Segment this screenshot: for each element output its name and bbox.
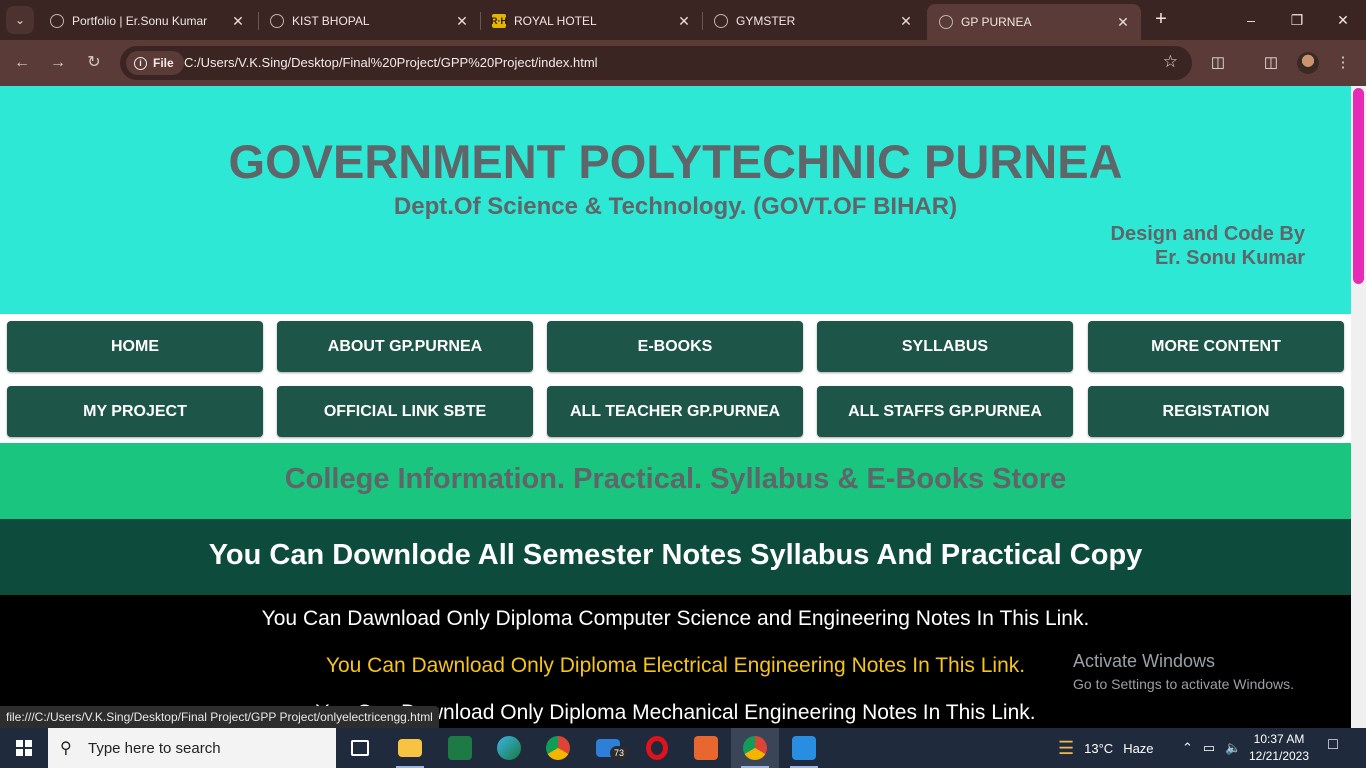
nav-ebooks[interactable]: E-BOOKS [547,321,803,372]
restore-icon[interactable]: ❐ [1274,8,1320,32]
site-header: GOVERNMENT POLYTECHNIC PURNEA Dept.Of Sc… [0,86,1351,314]
address-url[interactable]: C:/Users/V.K.Sing/Desktop/Final%20Projec… [184,55,598,70]
forward-arrow-icon[interactable]: → [44,50,72,76]
tab-kist-bhopal[interactable]: KIST BHOPAL ✕ [258,6,480,36]
nav-all-staffs[interactable]: ALL STAFFS GP.PURNEA [817,386,1073,437]
mail-icon[interactable]: 73 [584,728,632,768]
chevron-up-icon[interactable]: ⌃ [1182,740,1193,756]
profile-avatar[interactable] [1297,52,1319,74]
nav-registration[interactable]: REGISTATION [1088,386,1344,437]
page-scrollbar[interactable] [1351,86,1366,728]
excel-icon[interactable] [436,728,484,768]
opera-icon[interactable] [633,728,681,768]
bookmark-star-icon[interactable]: ☆ [1163,52,1178,72]
globe-icon [714,14,728,28]
credit-name: Er. Sonu Kumar [1154,247,1305,269]
scrollbar-thumb[interactable] [1353,88,1364,284]
window-close-icon[interactable]: ✕ [1320,8,1366,32]
nav-syllabus[interactable]: SYLLABUS [817,321,1073,372]
close-icon[interactable]: ✕ [452,13,472,30]
close-icon[interactable]: ✕ [228,13,248,30]
search-placeholder: Type here to search [88,739,221,757]
mail-badge: 73 [610,746,628,760]
browser-toolbar: ← → ↻ i File C:/Users/V.K.Sing/Desktop/F… [0,40,1366,86]
extensions-puzzle-icon[interactable]: ◫ [1207,52,1229,74]
site-title: GOVERNMENT POLYTECHNIC PURNEA [228,135,1123,188]
media-player-icon[interactable] [682,728,730,768]
chrome-profile-icon[interactable] [731,728,779,768]
info-banner-text: College Information. Practical. Syllabus… [284,463,1067,495]
new-tab-plus-icon[interactable]: + [1150,8,1172,32]
nav-official-link-sbte[interactable]: OFFICIAL LINK SBTE [277,386,533,437]
tab-title: Portfolio | Er.Sonu Kumar [72,14,208,28]
close-icon[interactable]: ✕ [896,13,916,30]
watermark-title: Activate Windows [1073,651,1216,671]
main-nav: HOME ABOUT GP.PURNEA E-BOOKS SYLLABUS MO… [0,314,1351,443]
tab-title: ROYAL HOTEL [514,14,597,28]
task-view-icon[interactable] [336,728,384,768]
edge-icon[interactable] [485,728,533,768]
volume-icon[interactable]: 🔈 [1225,740,1241,756]
weather-widget[interactable]: ☰ 13°C Haze [1058,728,1154,768]
activate-windows-watermark: Activate Windows Go to Settings to activ… [1073,651,1294,692]
watermark-subtitle: Go to Settings to activate Windows. [1073,676,1294,692]
vscode-icon[interactable] [780,728,828,768]
globe-icon [939,15,953,29]
close-icon[interactable]: ✕ [674,13,694,30]
more-menu-icon[interactable]: ⋮ [1332,52,1354,74]
notes-banner-text: You Can Downlode All Semester Notes Syll… [208,539,1143,571]
tab-search-chevron-icon[interactable]: ⌄ [6,6,34,34]
tab-gp-purnea[interactable]: GP PURNEA ✕ [927,4,1141,40]
haze-weather-icon: ☰ [1058,737,1075,758]
designer-credit: Design and Code By Er. Sonu Kumar [1111,222,1305,270]
credit-line: Design and Code By [1110,223,1305,245]
site-info-chip[interactable]: i File [126,51,184,75]
system-tray: ⌃ ▭ 🔈 [1182,728,1241,768]
site-subtitle: Dept.Of Science & Technology. (GOVT.OF B… [393,193,958,220]
search-icon: ⚲ [60,740,72,757]
globe-icon [270,14,284,28]
site-info-label: File [153,56,174,70]
info-banner: College Information. Practical. Syllabus… [0,443,1351,519]
weather-desc: Haze [1123,740,1154,756]
start-button[interactable] [0,728,48,768]
tab-portfolio[interactable]: Portfolio | Er.Sonu Kumar ✕ [38,6,256,36]
tab-gymster[interactable]: GYMSTER ✕ [702,6,924,36]
status-bar-url: file:///C:/Users/V.K.Sing/Desktop/Final … [0,706,439,728]
nav-all-teacher[interactable]: ALL TEACHER GP.PURNEA [547,386,803,437]
close-icon[interactable]: ✕ [1113,14,1133,31]
taskbar-search[interactable]: ⚲ Type here to search [48,728,336,768]
page-viewport: GOVERNMENT POLYTECHNIC PURNEA Dept.Of Sc… [0,86,1351,728]
nav-more-content[interactable]: MORE CONTENT [1088,321,1344,372]
link-cse-notes[interactable]: You Can Dawnload Only Diploma Computer S… [0,607,1351,631]
tab-title: GP PURNEA [961,15,1032,29]
file-explorer-icon[interactable] [386,728,434,768]
tab-royal-hotel[interactable]: R·H ROYAL HOTEL ✕ [480,6,702,36]
address-bar[interactable]: i File C:/Users/V.K.Sing/Desktop/Final%2… [120,46,1192,80]
windows-taskbar: ⚲ Type here to search 73 ☰ 13°C Haze ⌃ ▭… [0,728,1366,768]
windows-logo-icon [16,740,32,756]
globe-icon [50,14,64,28]
nav-about[interactable]: ABOUT GP.PURNEA [277,321,533,372]
rh-logo-icon: R·H [491,14,507,28]
notification-icon[interactable]: □ [1322,736,1344,760]
tab-title: KIST BHOPAL [292,14,370,28]
info-icon: i [134,56,147,70]
clock-time: 10:37 AM [1253,732,1305,746]
battery-icon[interactable]: ▭ [1203,740,1215,756]
back-arrow-icon[interactable]: ← [8,50,36,76]
chrome-icon[interactable] [534,728,582,768]
tab-title: GYMSTER [736,14,796,28]
nav-my-project[interactable]: MY PROJECT [7,386,263,437]
notes-banner: You Can Downlode All Semester Notes Syll… [0,519,1351,595]
browser-tab-bar: ⌄ Portfolio | Er.Sonu Kumar ✕ KIST BHOPA… [0,0,1366,40]
minimize-icon[interactable]: – [1228,8,1274,32]
taskbar-clock[interactable]: 10:37 AM 12/21/2023 [1246,731,1312,765]
reload-icon[interactable]: ↻ [80,50,108,76]
weather-temp: 13°C [1084,740,1114,756]
clock-date: 12/21/2023 [1248,749,1310,763]
side-panel-icon[interactable]: ◫ [1260,52,1282,74]
nav-home[interactable]: HOME [7,321,263,372]
